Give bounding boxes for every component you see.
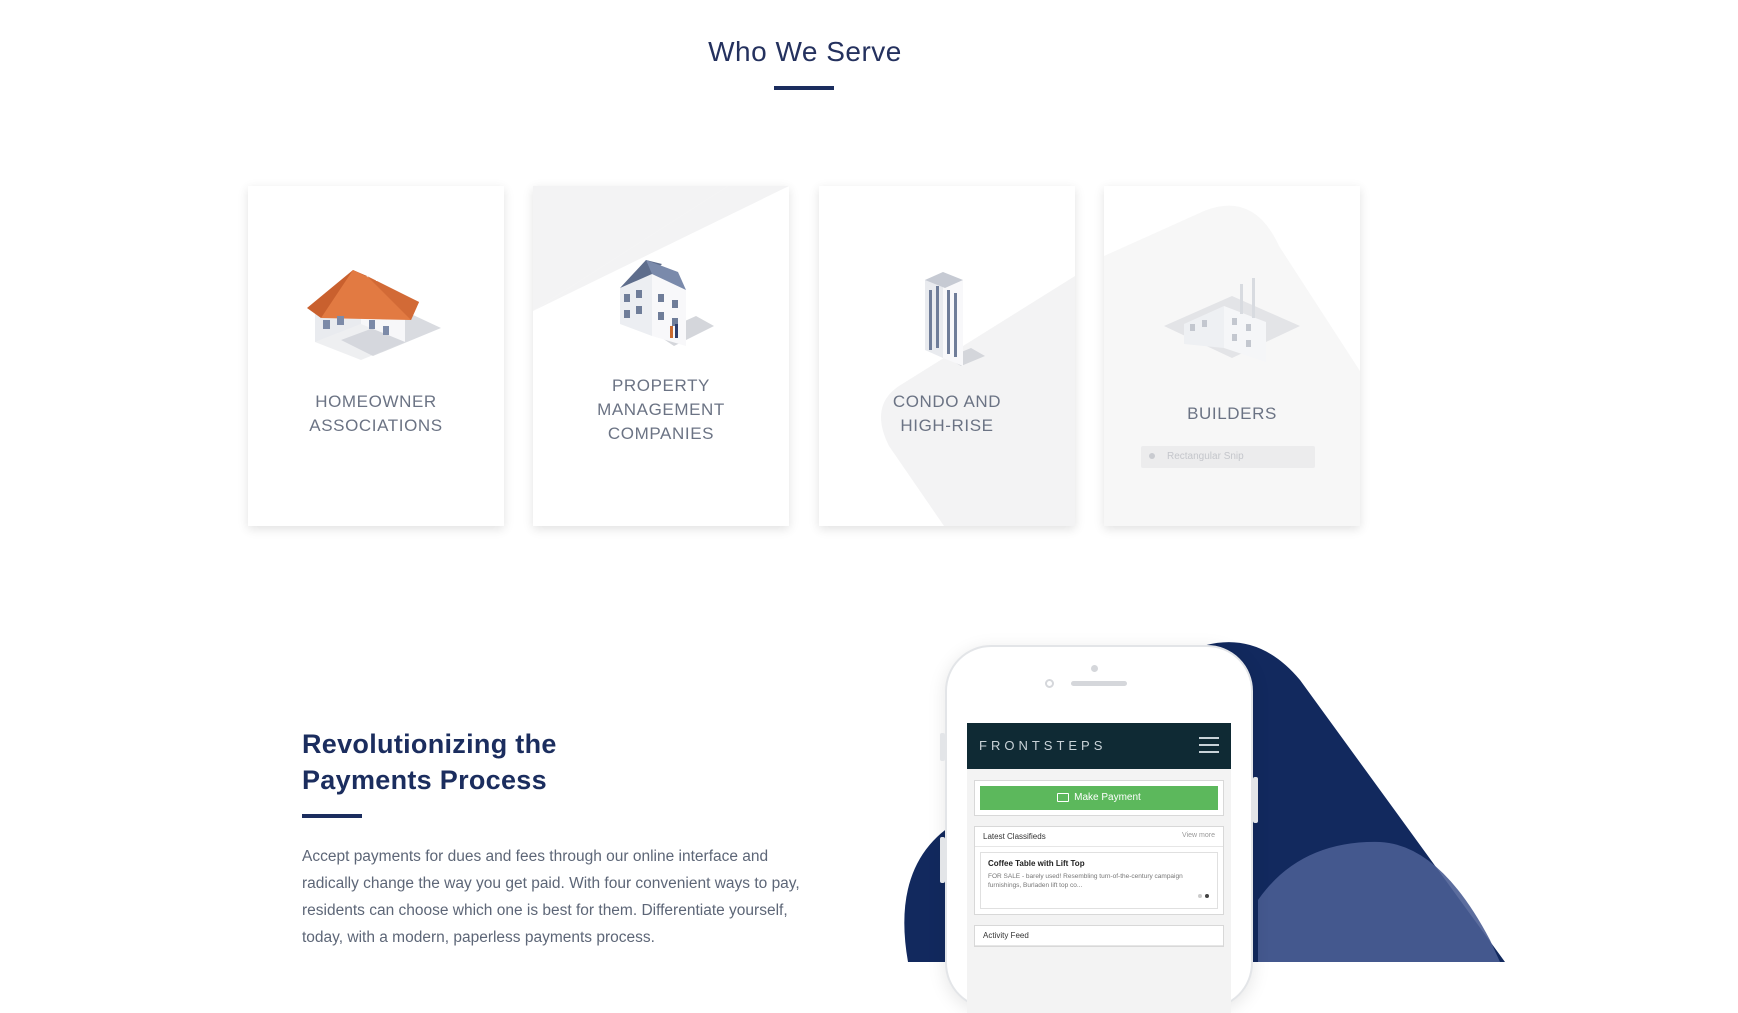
- phone-speaker: [1071, 681, 1127, 686]
- classifieds-panel: Latest Classifieds View more Coffee Tabl…: [974, 826, 1224, 915]
- phone-mockup: FRONTSTEPS Make Payment Latest Classifie…: [940, 645, 1258, 1013]
- phone-button: [1253, 777, 1258, 823]
- payments-underline: [302, 814, 362, 818]
- hamburger-menu-icon[interactable]: [1199, 737, 1219, 758]
- payment-box: Make Payment: [974, 780, 1224, 816]
- phone-camera: [1091, 665, 1098, 672]
- carousel-dots[interactable]: [1195, 885, 1209, 903]
- phone-screen: FRONTSTEPS Make Payment Latest Classifie…: [967, 723, 1231, 1013]
- phone-button: [940, 733, 945, 761]
- classified-item-title: Coffee Table with Lift Top: [988, 859, 1085, 868]
- app-brand: FRONTSTEPS: [979, 738, 1107, 753]
- activity-panel: Activity Feed: [974, 925, 1224, 947]
- phone-sensor: [1045, 679, 1054, 688]
- view-more-link[interactable]: View more: [1182, 832, 1215, 841]
- payments-description: Accept payments for dues and fees throug…: [302, 848, 800, 946]
- classified-item-text: FOR SALE - barely used! Resembling turn-…: [988, 873, 1183, 889]
- background-blob: [904, 642, 1505, 962]
- credit-card-icon: [1057, 792, 1070, 802]
- app-header: FRONTSTEPS: [967, 723, 1231, 769]
- payments-title: Revolutionizing the Payments Process: [302, 729, 557, 795]
- activity-header: Activity Feed: [983, 931, 1029, 940]
- phone-button: [940, 837, 945, 883]
- classifieds-header: Latest Classifieds: [983, 832, 1046, 841]
- classified-item[interactable]: Coffee Table with Lift Top FOR SALE - ba…: [980, 852, 1218, 909]
- make-payment-button[interactable]: Make Payment: [980, 786, 1218, 810]
